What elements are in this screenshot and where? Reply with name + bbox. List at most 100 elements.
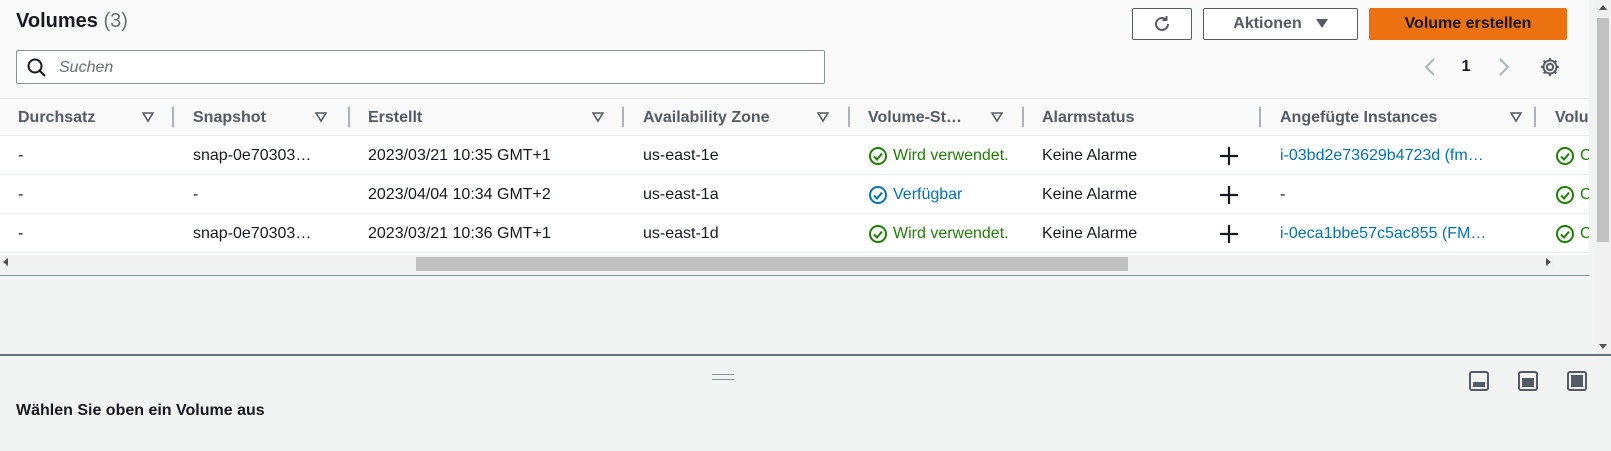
table-bottom-border [0,275,1589,276]
cell-volume-status: C [1555,214,1589,253]
cell-created: 2023/03/21 10:36 GMT+1 [368,224,551,242]
cell-attached-instance-link[interactable]: i-03bd2e73629b4723d (fm… [1280,136,1516,175]
column-header-alarmstatus: Alarmstatus [1042,99,1242,137]
table-row[interactable]: - snap-0e70303… 2023/03/21 10:36 GMT+1 u… [0,214,1589,253]
sort-icon[interactable] [817,112,829,122]
search-icon [27,58,46,77]
scroll-right-arrow-icon[interactable] [1546,258,1551,266]
resize-handle-icon[interactable] [712,374,734,380]
success-icon [869,224,887,243]
scroll-down-arrow-icon[interactable] [1599,344,1607,349]
column-divider[interactable] [172,107,174,127]
panel-side-icon[interactable] [1517,370,1539,392]
cell-zone: us-east-1d [643,224,719,242]
column-header-durchsatz[interactable]: Durchsatz [18,99,158,137]
volume-state-text: Verfügbar [893,185,963,203]
panel-full-icon[interactable] [1566,370,1588,392]
volume-state-text: Wird verwendet. [893,146,1009,164]
chevron-left-icon [1424,58,1435,76]
column-label: Snapshot [193,109,266,126]
column-label: Durchsatz [18,109,96,126]
column-label: Angefügte Instances [1280,109,1438,126]
volume-state-text: Wird verwendet. [893,224,1009,242]
sort-icon[interactable] [592,112,604,122]
page-number[interactable]: 1 [1456,55,1476,79]
column-header-volume-state[interactable]: Volume-St… [868,99,1008,137]
column-header-erstellt[interactable]: Erstellt [368,99,612,137]
cell-volume-state: Verfügbar [868,175,1026,214]
refresh-button[interactable] [1132,8,1192,40]
cell-created: 2023/03/21 10:35 GMT+1 [368,146,551,164]
horizontal-scrollbar-thumb[interactable] [416,257,1128,271]
success-icon [1556,146,1574,165]
chevron-right-icon [1499,58,1510,76]
cell-volume-state: Wird verwendet. [868,136,1026,175]
cell-volume-state: Wird verwendet. [868,214,1026,253]
add-alarm-button[interactable] [1218,214,1240,253]
page-title: Volumes (3) [16,10,128,33]
success-icon [1556,185,1574,204]
add-alarm-button[interactable] [1218,175,1240,214]
column-header-availability-zone[interactable]: Availability Zone [643,99,833,137]
cell-durchsatz: - [18,224,24,242]
column-header-attached-instances[interactable]: Angefügte Instances [1280,99,1522,137]
actions-dropdown[interactable]: Aktionen [1203,8,1358,40]
column-divider[interactable] [1259,107,1261,127]
table-header: Durchsatz Snapshot Erstellt Availability… [0,98,1589,136]
success-icon [869,146,887,165]
column-header-snapshot[interactable]: Snapshot [193,99,333,137]
column-header-volume-status[interactable]: Volu [1555,99,1589,137]
sort-icon[interactable] [315,112,327,122]
cell-alarm-status: Keine Alarme [1042,146,1138,164]
column-divider[interactable] [622,107,624,127]
table-row[interactable]: - snap-0e70303… 2023/03/21 10:35 GMT+1 u… [0,136,1589,175]
search-input[interactable] [57,55,801,81]
cell-volume-status: C [1555,136,1589,175]
column-divider[interactable] [848,107,850,127]
preferences-button[interactable] [1538,55,1562,79]
cell-alarm-status: Keine Alarme [1042,224,1138,242]
create-volume-button[interactable]: Volume erstellen [1369,8,1567,40]
column-label: Volume-St… [868,109,962,126]
panel-bottom-icon[interactable] [1468,370,1490,392]
sort-icon[interactable] [142,112,154,122]
cell-zone: us-east-1e [643,146,719,164]
column-label: Availability Zone [643,109,770,126]
search-field[interactable] [16,50,825,84]
column-label: Erstellt [368,109,423,126]
volume-status-text: C [1580,224,1589,242]
horizontal-scrollbar[interactable] [0,255,1554,271]
plus-icon [1220,224,1238,243]
toolbar: Volumes (3) Aktionen Volume erstellen 1 [0,0,1589,98]
cell-durchsatz: - [18,185,24,203]
cell-attached-instance-link[interactable]: i-0eca1bbe57c5ac855 (FM… [1280,214,1516,253]
volume-count: (3) [103,10,128,32]
caret-down-icon [1315,19,1328,28]
vertical-scrollbar[interactable] [1595,0,1611,354]
scroll-up-arrow-icon[interactable] [1599,5,1607,10]
cell-snapshot: snap-0e70303… [193,146,312,164]
add-alarm-button[interactable] [1218,136,1240,175]
plus-icon [1220,185,1238,204]
scroll-left-arrow-icon[interactable] [3,258,8,266]
cell-snapshot: snap-0e70303… [193,224,312,242]
previous-page-button[interactable] [1420,55,1440,79]
sort-icon[interactable] [991,112,1003,122]
sort-icon[interactable] [1510,112,1522,122]
split-panel: Wählen Sie oben ein Volume aus [0,356,1611,451]
column-label: Alarmstatus [1042,109,1135,126]
title-text: Volumes [16,10,98,32]
column-divider[interactable] [1534,107,1536,127]
volumes-table: Durchsatz Snapshot Erstellt Availability… [0,98,1589,255]
vertical-scrollbar-thumb[interactable] [1597,18,1609,242]
table-row[interactable]: - - 2023/04/04 10:34 GMT+2 us-east-1a Ve… [0,175,1589,214]
split-panel-empty-message: Wählen Sie oben ein Volume aus [16,402,265,419]
plus-icon [1220,146,1238,165]
column-divider[interactable] [348,107,350,127]
next-page-button[interactable] [1494,55,1514,79]
cell-snapshot: - [193,185,199,203]
volume-status-text: C [1580,185,1589,203]
available-icon [869,185,887,204]
column-divider[interactable] [1022,107,1024,127]
refresh-icon [1155,16,1169,31]
